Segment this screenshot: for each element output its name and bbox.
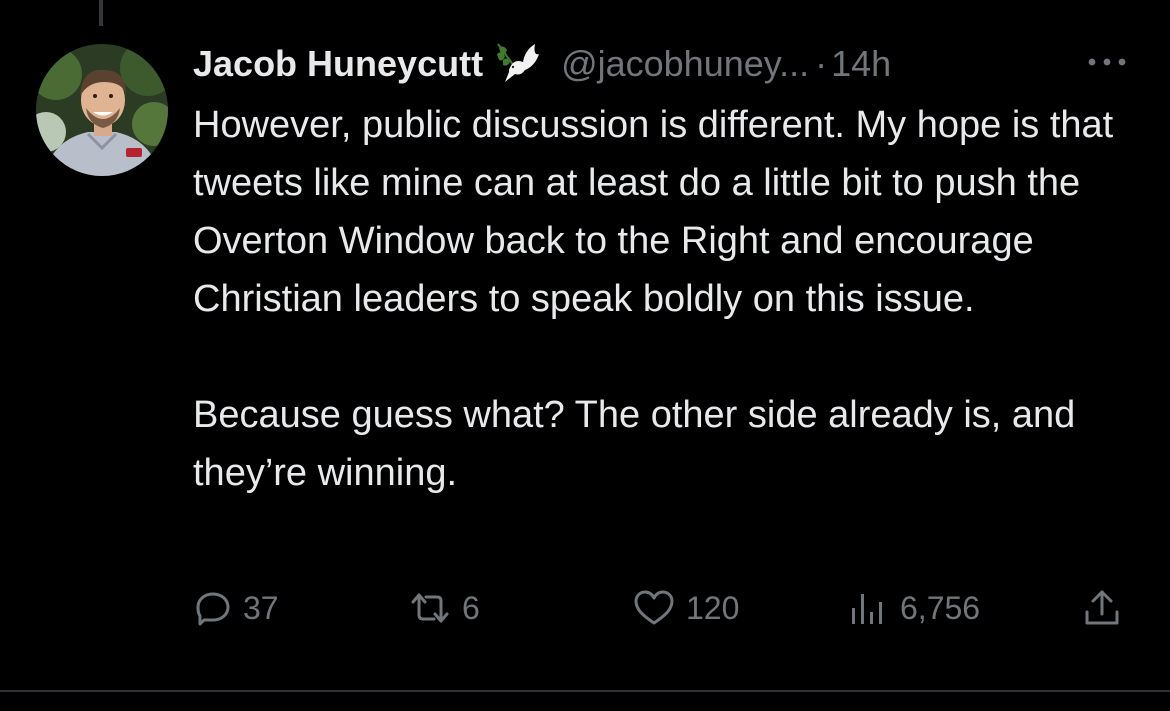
- reply-count: 37: [243, 589, 279, 626]
- author-handle[interactable]: @jacobhuney...: [561, 43, 809, 85]
- avatar-photo: [36, 44, 168, 176]
- view-count: 6,756: [900, 589, 981, 626]
- retweet-count: 6: [462, 589, 480, 626]
- views-button[interactable]: 6,756: [846, 580, 980, 636]
- tweet-paragraph: Because guess what? The other side alrea…: [193, 394, 1076, 494]
- divider: [0, 690, 1170, 692]
- tweet-header: Jacob Huneycutt @jacobhuney... · 14h: [193, 36, 891, 92]
- share-icon: [1085, 590, 1119, 625]
- retweet-icon: [411, 593, 449, 623]
- more-options-icon[interactable]: [1083, 46, 1131, 78]
- dove-icon: [495, 40, 545, 88]
- like-button[interactable]: 120: [632, 580, 739, 636]
- separator-dot: ·: [815, 43, 828, 84]
- thread-connector-line: [99, 0, 103, 26]
- share-button[interactable]: [1080, 580, 1124, 636]
- retweet-button[interactable]: 6: [408, 580, 480, 636]
- tweet-timestamp[interactable]: 14h: [831, 43, 891, 85]
- author-display-name[interactable]: Jacob Huneycutt: [193, 43, 483, 85]
- avatar[interactable]: [36, 44, 168, 176]
- like-count: 120: [686, 589, 740, 626]
- heart-icon: [634, 590, 674, 625]
- reply-icon: [196, 592, 230, 626]
- tweet-text: However, public discussion is different.…: [193, 96, 1143, 502]
- tweet-action-bar: 37 6 120 6,756: [0, 580, 1170, 636]
- analytics-icon: [852, 594, 882, 624]
- tweet-paragraph: However, public discussion is different.…: [193, 104, 1114, 320]
- reply-button[interactable]: 37: [193, 580, 279, 636]
